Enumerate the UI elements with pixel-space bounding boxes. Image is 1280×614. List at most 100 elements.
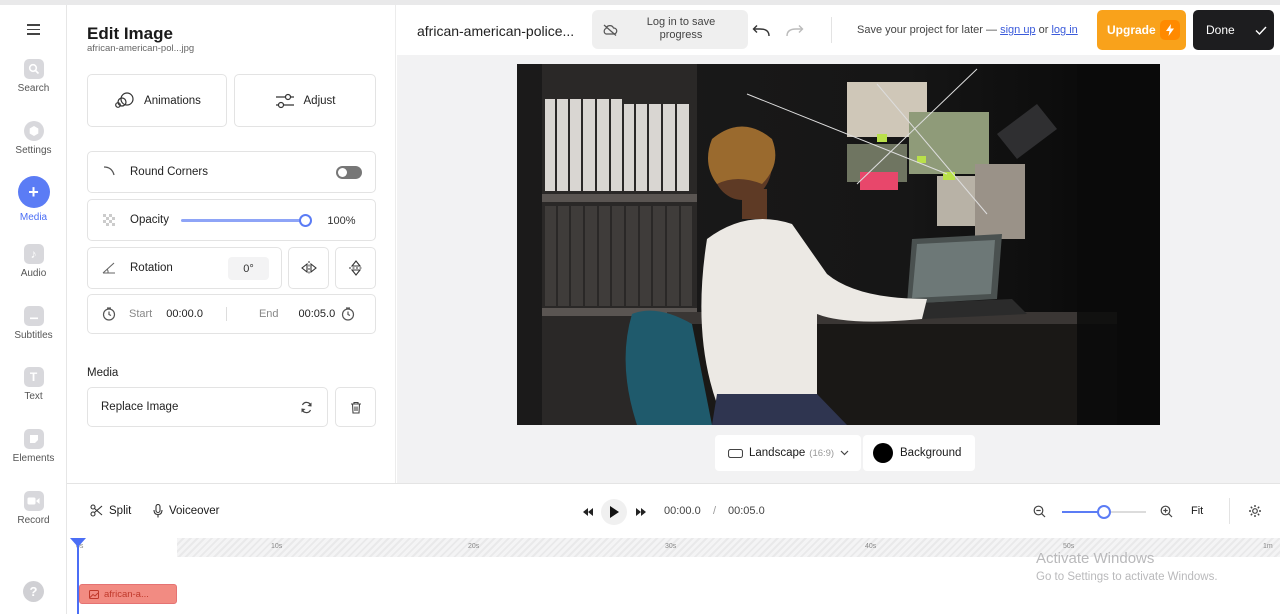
sidebar-item-settings[interactable]: Settings xyxy=(0,121,67,156)
settings-icon xyxy=(23,121,44,141)
background-label: Background xyxy=(900,447,962,459)
sidebar-item-record[interactable]: Record xyxy=(0,491,67,526)
project-title[interactable]: african-american-police... xyxy=(417,23,574,39)
canvas-area: african-american-police... Log in to sav… xyxy=(397,5,1280,483)
subtitles-icon xyxy=(23,306,44,326)
opacity-slider[interactable] xyxy=(181,214,312,227)
opacity-value[interactable]: 100% xyxy=(318,208,365,233)
adjust-icon xyxy=(275,93,294,108)
microphone-icon xyxy=(153,504,163,518)
adjust-label: Adjust xyxy=(303,94,336,107)
sidebar-item-subtitles[interactable]: Subtitles xyxy=(0,306,67,341)
top-bar: african-american-police... Log in to sav… xyxy=(397,5,1280,55)
done-button[interactable]: Done xyxy=(1193,10,1274,50)
skip-forward-icon[interactable] xyxy=(636,508,646,516)
cloud-off-icon xyxy=(603,24,618,36)
plus-icon: + xyxy=(17,176,50,208)
log-in-link[interactable]: log in xyxy=(1051,24,1077,36)
media-heading: Media xyxy=(87,367,119,379)
gear-icon[interactable] xyxy=(1248,504,1262,518)
playhead[interactable] xyxy=(70,538,86,614)
flip-vertical-button[interactable] xyxy=(335,247,376,289)
done-label: Done xyxy=(1206,23,1235,37)
ruler-tick: 40s xyxy=(865,543,877,550)
image-icon xyxy=(89,589,99,599)
save-project-text: Save your project for later — sign up or… xyxy=(857,24,1078,36)
replace-image-button[interactable]: Replace Image xyxy=(87,387,328,427)
text-icon: T xyxy=(23,367,44,387)
sidebar-item-elements[interactable]: Elements xyxy=(0,429,67,464)
sidebar: Search Settings + Media ♪ Audio Subtitle… xyxy=(0,5,67,614)
fit-button[interactable]: Fit xyxy=(1191,505,1203,517)
zoom-in-icon[interactable] xyxy=(1160,505,1173,518)
sidebar-item-media[interactable]: + Media xyxy=(0,176,67,223)
aspect-label: Landscape xyxy=(749,447,806,459)
background-button[interactable]: Background xyxy=(863,435,975,471)
opacity-label: Opacity xyxy=(130,214,169,226)
skip-back-icon[interactable] xyxy=(583,508,593,516)
sidebar-item-label: Media xyxy=(19,212,48,223)
image-preview[interactable] xyxy=(517,64,1160,425)
sidebar-item-audio[interactable]: ♪ Audio xyxy=(0,244,67,279)
edit-panel: Edit Image african-american-pol...jpg An… xyxy=(67,5,396,483)
panel-filename: african-american-pol...jpg xyxy=(87,43,195,54)
music-icon: ♪ xyxy=(23,244,44,264)
play-icon xyxy=(610,506,619,518)
sidebar-item-search[interactable]: Search xyxy=(0,59,67,94)
flip-horizontal-icon xyxy=(300,261,317,275)
help-icon[interactable]: ? xyxy=(23,581,44,602)
start-time-input[interactable]: 00:00.0 xyxy=(166,308,203,320)
zoom-out-icon[interactable] xyxy=(1033,505,1046,518)
upgrade-button[interactable]: Upgrade xyxy=(1097,10,1186,50)
zoom-slider-knob[interactable] xyxy=(1097,505,1111,519)
sidebar-item-label: Audio xyxy=(20,268,47,279)
elements-icon xyxy=(23,429,44,449)
voiceover-button[interactable]: Voiceover xyxy=(153,504,220,518)
sidebar-item-label: Search xyxy=(17,83,50,94)
timeline: Split Voiceover 00:00.0 / 00:05.0 Fit 0s… xyxy=(67,483,1280,614)
rotation-row: Rotation 0° xyxy=(87,247,282,289)
rotation-value[interactable]: 0° xyxy=(228,257,269,280)
sidebar-item-label: Text xyxy=(24,391,43,402)
split-button[interactable]: Split xyxy=(90,504,131,517)
angle-icon xyxy=(102,262,115,274)
undo-icon[interactable] xyxy=(751,24,771,38)
menu-icon[interactable] xyxy=(27,24,40,38)
aspect-ratio-dropdown[interactable]: Landscape (16:9) xyxy=(715,435,861,471)
login-to-save-button[interactable]: Log in to save progress xyxy=(592,10,748,49)
round-corners-label: Round Corners xyxy=(130,166,208,178)
round-corners-icon xyxy=(103,166,115,176)
image-clip[interactable]: african-a... xyxy=(79,584,177,604)
adjust-button[interactable]: Adjust xyxy=(234,74,376,127)
ruler-tick: 10s xyxy=(271,543,283,550)
divider xyxy=(1229,498,1230,524)
opacity-slider-knob[interactable] xyxy=(299,214,312,227)
login-to-save-label: Log in to save progress xyxy=(646,16,716,41)
total-time: 00:05.0 xyxy=(728,505,765,517)
trash-icon xyxy=(350,401,361,414)
animations-label: Animations xyxy=(144,94,201,107)
end-time-input[interactable]: 00:05.0 xyxy=(299,308,336,320)
sidebar-item-text[interactable]: T Text xyxy=(0,367,67,402)
voiceover-label: Voiceover xyxy=(169,505,220,517)
animations-button[interactable]: Animations xyxy=(87,74,227,127)
timing-row: Start 00:00.0 End 00:05.0 xyxy=(87,294,376,334)
round-corners-toggle[interactable] xyxy=(336,166,362,179)
opacity-row: Opacity 100% xyxy=(87,199,376,241)
sign-up-link[interactable]: sign up xyxy=(1000,24,1035,36)
time-separator: / xyxy=(713,505,717,517)
aspect-ratio: (16:9) xyxy=(809,447,835,459)
play-button[interactable] xyxy=(601,499,627,525)
flip-horizontal-button[interactable] xyxy=(288,247,329,289)
activate-windows-title: Activate Windows xyxy=(1036,550,1155,567)
redo-icon[interactable] xyxy=(785,24,805,38)
opacity-icon xyxy=(103,214,115,226)
rotation-label: Rotation xyxy=(130,262,173,274)
split-label: Split xyxy=(109,504,132,517)
ruler-tick: 30s xyxy=(665,543,677,550)
upgrade-label: Upgrade xyxy=(1107,23,1156,37)
ruler-tick: 20s xyxy=(468,543,480,550)
delete-button[interactable] xyxy=(335,387,376,427)
zoom-slider[interactable] xyxy=(1062,505,1146,519)
background-color-swatch xyxy=(873,443,893,463)
